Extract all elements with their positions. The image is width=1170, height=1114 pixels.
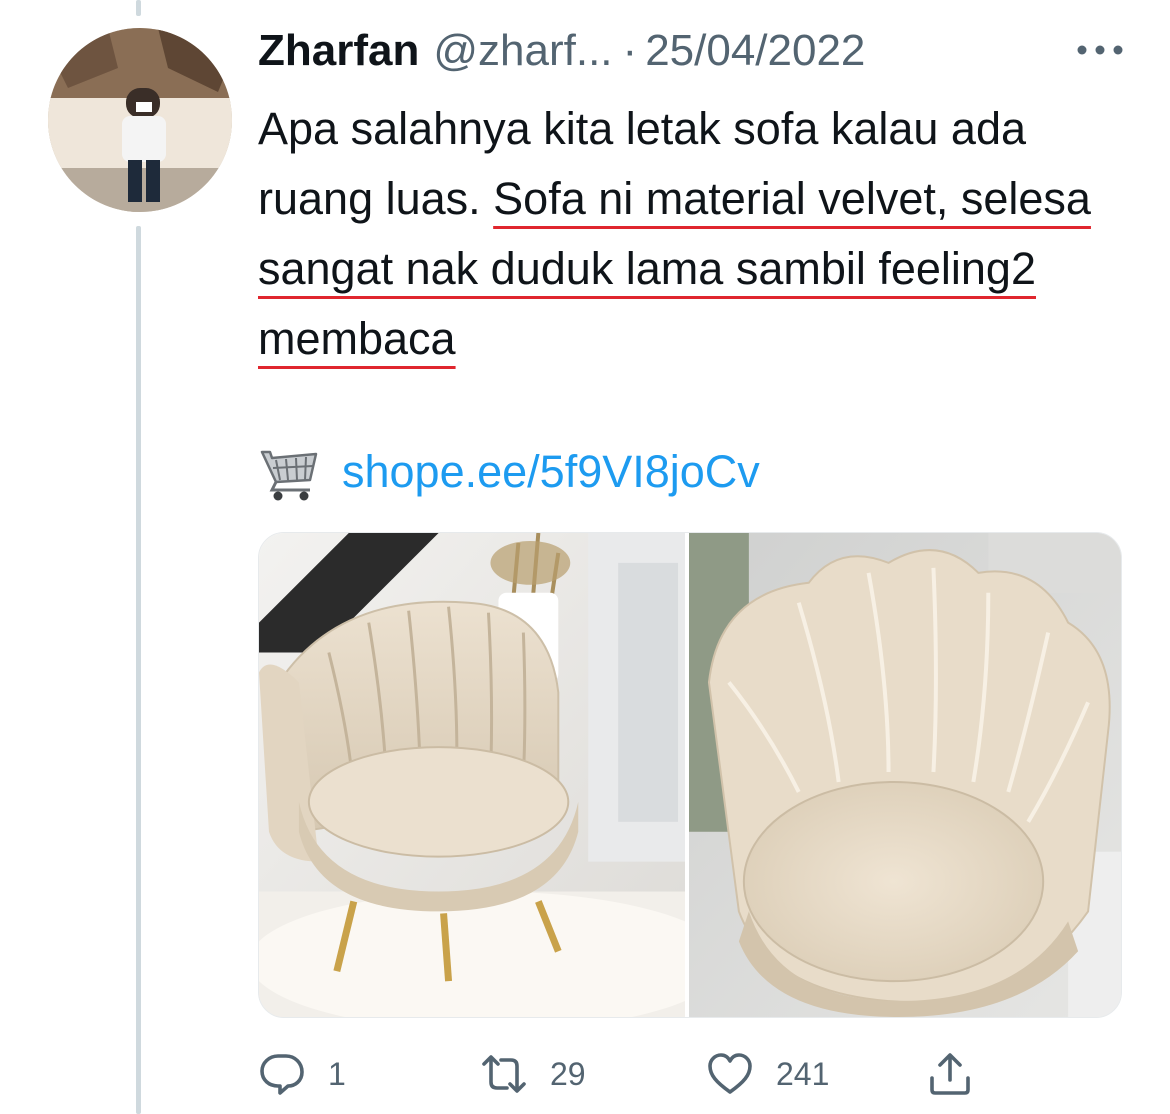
share-icon (930, 1053, 970, 1095)
media-photo-1[interactable] (259, 533, 685, 1017)
tweet-body: Zharfan @zharf... · 25/04/2022 Apa salah… (258, 22, 1138, 374)
author-handle[interactable]: @zharf... (433, 26, 612, 76)
share-button[interactable] (926, 1048, 974, 1100)
tweet-date[interactable]: 25/04/2022 (645, 26, 865, 76)
reply-count: 1 (328, 1055, 346, 1092)
reply-button[interactable]: 1 (258, 1048, 346, 1100)
avatar-photo (48, 28, 232, 212)
retweet-icon (482, 1055, 526, 1093)
tweet-actions: 1 29 241 (258, 1048, 998, 1100)
media-photo-2[interactable] (689, 533, 1121, 1017)
header-separator: · (622, 26, 638, 75)
thread-line-bottom (136, 226, 141, 1114)
more-options-icon[interactable] (1070, 30, 1130, 70)
tweet-header: Zharfan @zharf... · 25/04/2022 (258, 22, 1138, 80)
avatar[interactable] (48, 28, 232, 212)
heart-icon (708, 1053, 752, 1094)
retweet-count: 29 (550, 1055, 586, 1092)
thread-line-top (136, 0, 141, 16)
media-grid (258, 532, 1122, 1018)
shopping-cart-icon (260, 450, 318, 501)
link-row: shope.ee/5f9VI8joCv (258, 440, 760, 504)
like-button[interactable]: 241 (706, 1048, 829, 1100)
retweet-button[interactable]: 29 (480, 1048, 586, 1100)
like-count: 241 (776, 1055, 830, 1092)
tweet-text: Apa salahnya kita letak sofa kalau ada r… (258, 94, 1138, 374)
velvet-shell-armchair-closeup-photo (689, 533, 1121, 1017)
velvet-shell-armchair-photo (259, 533, 685, 1017)
shop-link[interactable]: shope.ee/5f9VI8joCv (342, 446, 760, 498)
author-display-name[interactable]: Zharfan (258, 26, 419, 76)
reply-icon (260, 1054, 304, 1095)
